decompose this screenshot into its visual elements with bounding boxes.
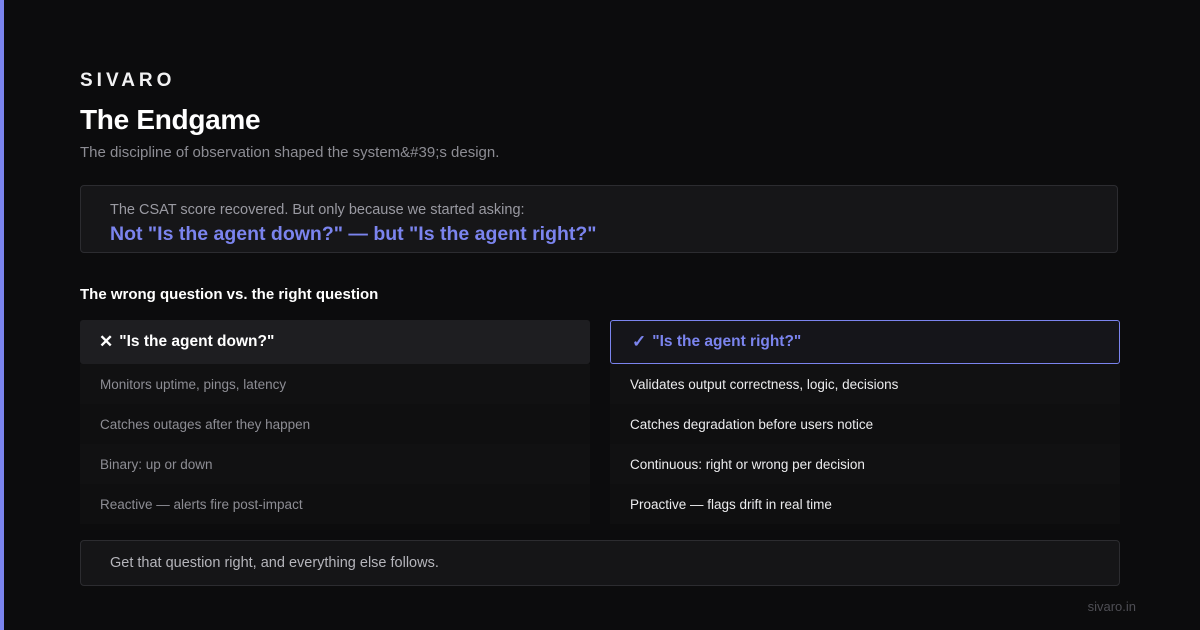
right-question-header: ✓ "Is the agent right?" [610,320,1120,364]
wrong-question-item: Monitors uptime, pings, latency [80,364,590,404]
wrong-question-item: Catches outages after they happen [80,404,590,444]
wrong-question-column: ✕ "Is the agent down?" Monitors uptime, … [80,320,590,524]
wrong-question-item: Reactive — alerts fire post-impact [80,484,590,524]
x-icon: ✕ [99,332,114,351]
wrong-question-label: "Is the agent down?" [119,333,275,350]
callout-lead-text: The CSAT score recovered. But only becau… [110,202,525,218]
right-question-label: "Is the agent right?" [652,333,802,350]
wrong-question-header: ✕ "Is the agent down?" [80,320,590,364]
conclusion-callout: Get that question right, and everything … [80,540,1120,586]
page-title: The Endgame [80,104,261,135]
right-question-item: Continuous: right or wrong per decision [610,444,1120,484]
page-subtitle: The discipline of observation shaped the… [80,144,500,161]
accent-bar [0,0,4,630]
brand-logo-text: SIVARO [80,70,176,91]
site-url: sivaro.in [1087,599,1136,614]
key-insight-callout: The CSAT score recovered. But only becau… [80,185,1118,253]
callout-quote: Not "Is the agent down?" — but "Is the a… [110,223,597,245]
right-question-item: Proactive — flags drift in real time [610,484,1120,524]
right-question-item: Validates output correctness, logic, dec… [610,364,1120,404]
check-icon: ✓ [632,332,647,351]
wrong-question-item: Binary: up or down [80,444,590,484]
right-question-item: Catches degradation before users notice [610,404,1120,444]
comparison-heading: The wrong question vs. the right questio… [80,286,379,303]
right-question-column: ✓ "Is the agent right?" Validates output… [610,320,1120,524]
